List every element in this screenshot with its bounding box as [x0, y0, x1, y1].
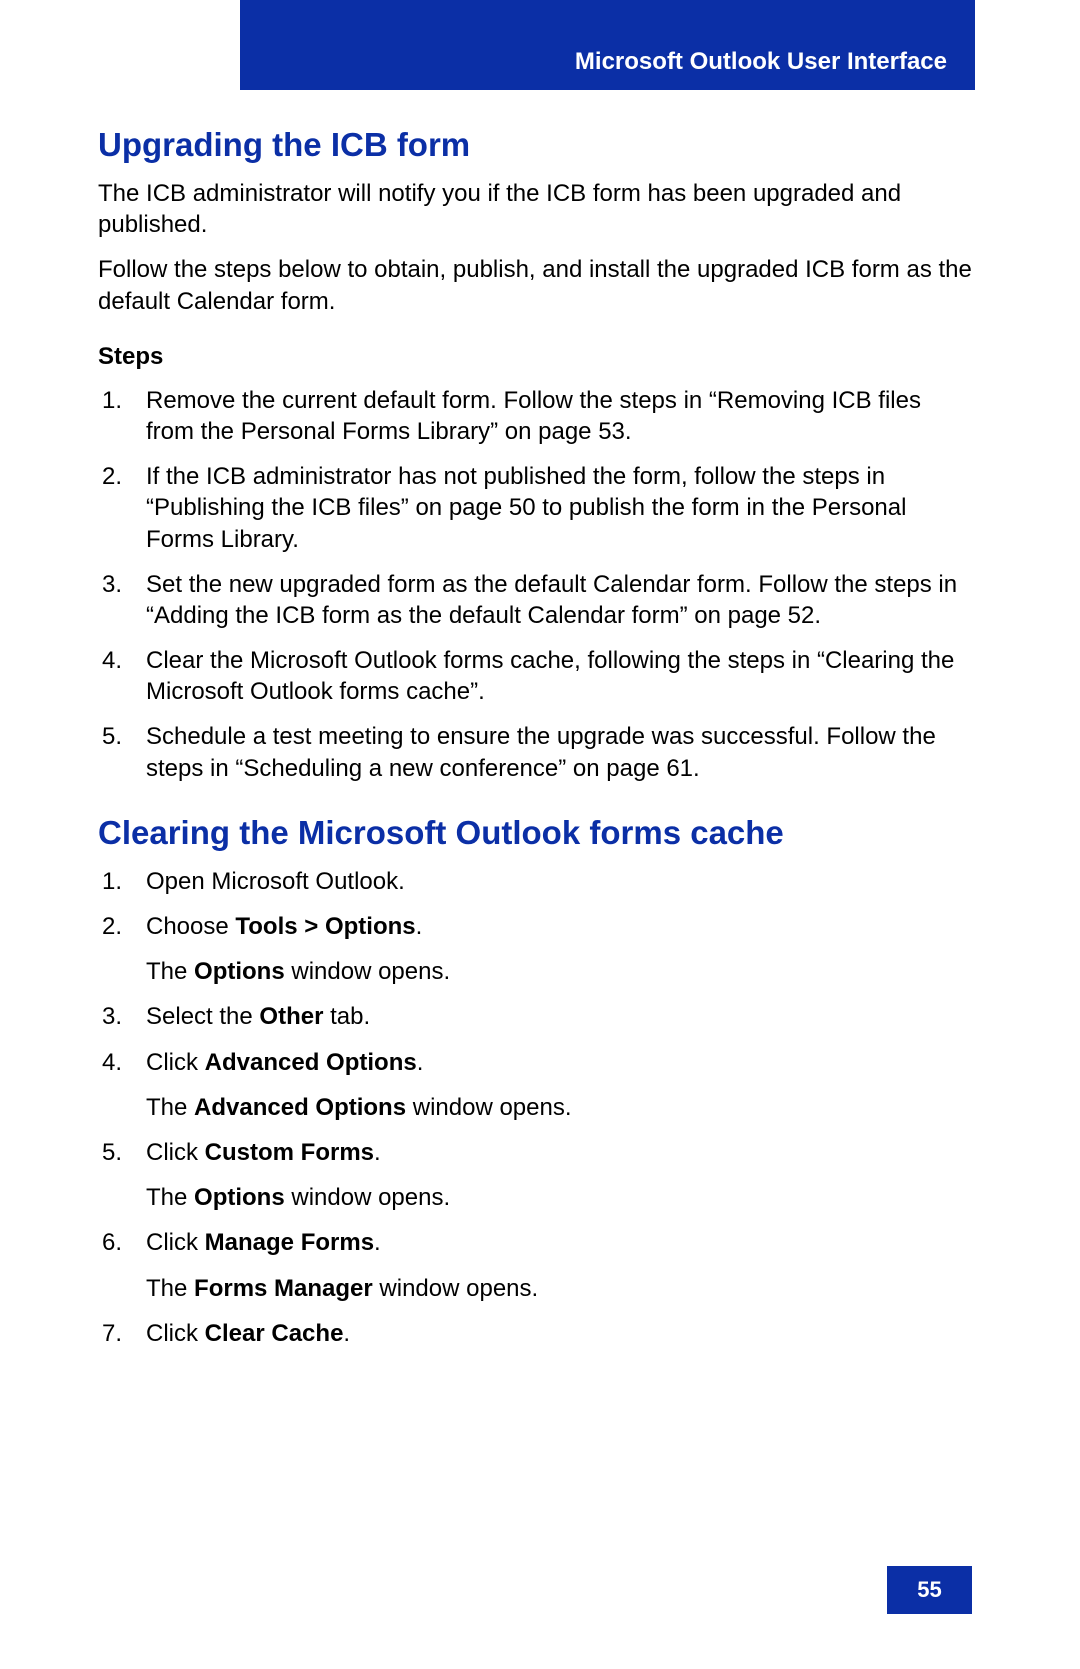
list-item: Click Manage Forms. The Forms Manager wi…: [98, 1227, 972, 1303]
step-bold: Options: [194, 1184, 285, 1211]
step-text: Click: [146, 1049, 205, 1076]
page-content: Upgrading the ICB form The ICB administr…: [98, 108, 972, 1363]
page-number-text: 55: [917, 1577, 941, 1603]
section-title-clearing: Clearing the Microsoft Outlook forms cac…: [98, 814, 972, 852]
step-text: Click: [146, 1139, 205, 1166]
step-text: tab.: [323, 1003, 370, 1030]
list-item: Choose Tools > Options. The Options wind…: [98, 911, 972, 987]
list-item: Remove the current default form. Follow …: [98, 385, 972, 447]
step-bold: Manage Forms: [205, 1229, 374, 1256]
paragraph: The ICB administrator will notify you if…: [98, 178, 972, 240]
list-item: Click Clear Cache.: [98, 1318, 972, 1349]
step-text: .: [343, 1320, 350, 1347]
list-item: Click Custom Forms. The Options window o…: [98, 1137, 972, 1213]
list-item: Open Microsoft Outlook.: [98, 866, 972, 897]
list-item: If the ICB administrator has not publish…: [98, 461, 972, 555]
steps-list-upgrading: Remove the current default form. Follow …: [98, 385, 972, 784]
list-item: Set the new upgraded form as the default…: [98, 569, 972, 631]
sub-step: The Advanced Options window opens.: [146, 1092, 972, 1123]
list-item: Click Advanced Options. The Advanced Opt…: [98, 1047, 972, 1123]
step-bold: Advanced Options: [194, 1094, 406, 1121]
step-text: window opens.: [406, 1094, 571, 1121]
section-title-upgrading: Upgrading the ICB form: [98, 126, 972, 164]
list-item: Select the Other tab.: [98, 1001, 972, 1032]
step-bold: Options: [194, 958, 285, 985]
step-text: The: [146, 1094, 194, 1121]
step-text: window opens.: [285, 1184, 450, 1211]
step-text: Click: [146, 1320, 205, 1347]
list-item: Clear the Microsoft Outlook forms cache,…: [98, 645, 972, 707]
step-bold: Clear Cache: [205, 1320, 344, 1347]
step-text: Select the: [146, 1003, 259, 1030]
step-text: The: [146, 1184, 194, 1211]
header-title: Microsoft Outlook User Interface: [575, 48, 947, 76]
step-text: Open Microsoft Outlook.: [146, 868, 405, 895]
sub-step: The Options window opens.: [146, 1182, 972, 1213]
step-bold: Advanced Options: [205, 1049, 417, 1076]
header-band: Microsoft Outlook User Interface: [240, 0, 975, 90]
step-text: window opens.: [285, 958, 450, 985]
list-item: Schedule a test meeting to ensure the up…: [98, 721, 972, 783]
step-text: .: [417, 1049, 424, 1076]
step-bold: Other: [259, 1003, 323, 1030]
page-number: 55: [887, 1566, 972, 1614]
step-text: The: [146, 958, 194, 985]
step-text: .: [374, 1139, 381, 1166]
step-text: The: [146, 1275, 194, 1302]
step-text: .: [374, 1229, 381, 1256]
step-text: .: [416, 913, 423, 940]
step-text: Choose: [146, 913, 235, 940]
step-bold: Forms Manager: [194, 1275, 373, 1302]
sub-step: The Options window opens.: [146, 956, 972, 987]
paragraph: Follow the steps below to obtain, publis…: [98, 254, 972, 316]
step-bold: Tools > Options: [235, 913, 415, 940]
step-bold: Custom Forms: [205, 1139, 374, 1166]
sub-step: The Forms Manager window opens.: [146, 1273, 972, 1304]
step-text: window opens.: [373, 1275, 538, 1302]
steps-label: Steps: [98, 343, 972, 371]
step-text: Click: [146, 1229, 205, 1256]
steps-list-clearing: Open Microsoft Outlook. Choose Tools > O…: [98, 866, 972, 1349]
